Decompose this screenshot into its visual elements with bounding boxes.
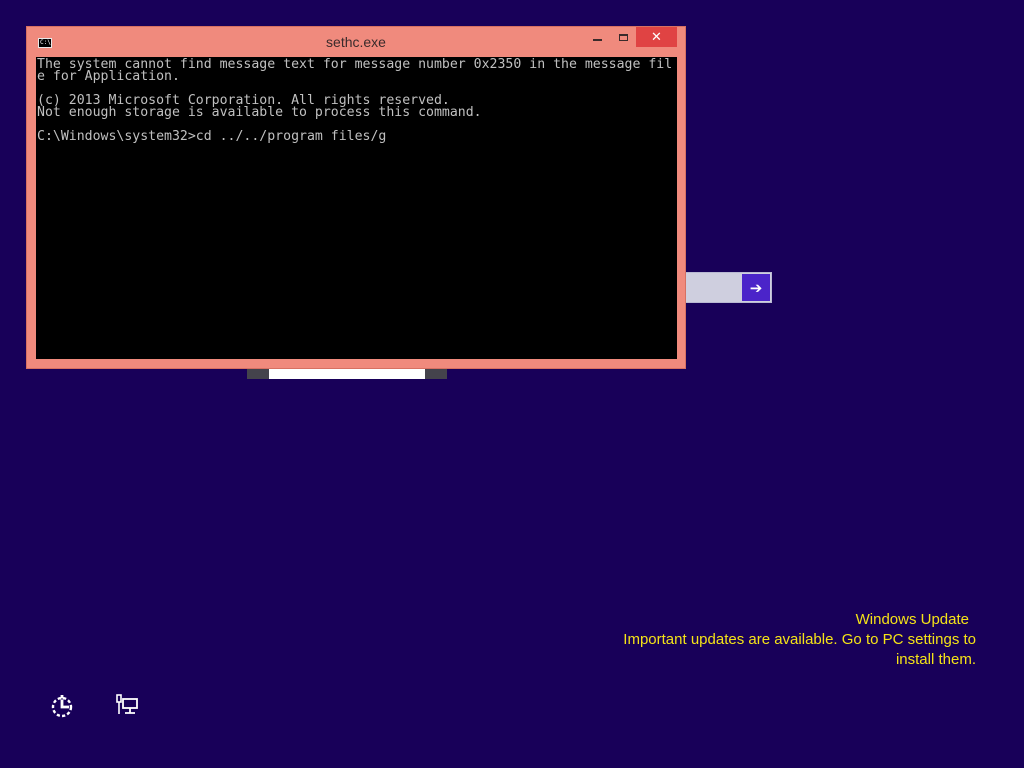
maximize-button[interactable] [610, 27, 636, 47]
console-window[interactable]: C:\ sethc.exe ✕ The system cannot find m… [26, 26, 686, 369]
console-output-area[interactable]: The system cannot find message text for … [36, 57, 677, 359]
console-line: e for Application. [37, 69, 180, 84]
password-field-bottom [247, 369, 447, 379]
maximize-icon [618, 33, 628, 41]
windows-update-notification[interactable]: Windows Update Important updates are ava… [576, 610, 976, 670]
console-output: The system cannot find message text for … [37, 58, 672, 144]
ease-of-access-icon [51, 695, 73, 718]
lock-screen: ➔ C:\ sethc.exe ✕ The system cannot find… [0, 0, 1024, 768]
network-icon [116, 694, 138, 714]
network-button[interactable] [114, 692, 142, 720]
notification-body-line1: Important updates are available. Go to P… [623, 631, 976, 648]
console-prompt-line: C:\Windows\system32>cd ../../program fil… [37, 129, 387, 144]
submit-arrow-button[interactable]: ➔ [742, 274, 770, 301]
field-highlight [269, 369, 425, 379]
console-titlebar[interactable]: C:\ sethc.exe ✕ [27, 27, 685, 57]
close-icon: ✕ [651, 29, 662, 45]
ease-of-access-button[interactable] [49, 692, 77, 720]
console-line: Not enough storage is available to proce… [37, 105, 482, 120]
close-button[interactable]: ✕ [636, 27, 677, 47]
minimize-icon [592, 39, 602, 41]
notification-title: Windows Update [855, 611, 969, 628]
minimize-button[interactable] [584, 27, 610, 47]
notification-body-line2: install them. [895, 651, 976, 668]
arrow-right-icon: ➔ [749, 278, 763, 297]
